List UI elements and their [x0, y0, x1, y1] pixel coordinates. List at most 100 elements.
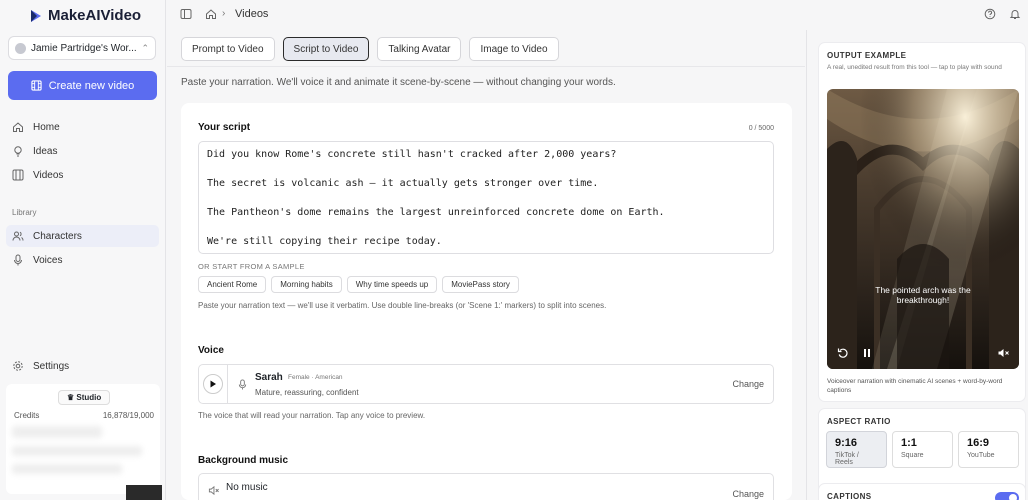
voice-meta: Female · American [288, 374, 343, 381]
blurred-content [12, 426, 102, 438]
mic-icon [14, 254, 22, 266]
voice-card[interactable]: Sarah Female · American Mature, reassuri… [228, 364, 774, 404]
nav-voices-label: Voices [33, 254, 63, 266]
caption-line: The pointed arch was the [875, 285, 971, 295]
gear-icon [13, 361, 23, 371]
credits-label: Credits [14, 411, 40, 420]
aspect-label: YouTube [967, 452, 995, 459]
voice-hint: The voice that will read your narration.… [198, 411, 426, 420]
nav-ideas-label: Ideas [33, 145, 58, 157]
nav-ideas[interactable]: Ideas [6, 140, 159, 162]
aspect-option-1-1[interactable]: 1:1 Square [892, 431, 953, 468]
example-video[interactable]: The pointed arch was the breakthrough! [827, 89, 1019, 369]
script-form-card: Your script 0 / 5000 Did you know Rome's… [181, 103, 792, 500]
workspace-selector[interactable]: Jamie Partridge's Wor... ⌃ [8, 36, 156, 60]
mute-icon[interactable] [997, 347, 1009, 359]
script-textarea[interactable]: Did you know Rome's concrete still hasn'… [198, 141, 774, 254]
mode-tabs: Prompt to Video Script to Video Talking … [181, 37, 559, 61]
nav-characters-label: Characters [33, 230, 82, 242]
nav-videos-label: Videos [33, 169, 64, 181]
sample-chips: Ancient Rome Morning habits Why time spe… [198, 276, 519, 293]
music-selector[interactable]: No music Change [198, 473, 774, 500]
aspect-label: Square [901, 452, 924, 459]
create-new-video-button[interactable]: Create new video [8, 71, 157, 100]
music-name: No music [226, 482, 268, 493]
pause-icon[interactable] [861, 347, 873, 359]
nav-videos[interactable]: Videos [6, 164, 159, 186]
crown-icon: ♛ [67, 393, 77, 402]
sample-chip[interactable]: Ancient Rome [198, 276, 267, 293]
blurred-content [12, 446, 142, 456]
home-icon[interactable] [205, 8, 217, 20]
aspect-ratio-title: ASPECT RATIO [827, 417, 891, 426]
output-example-card: OUTPUT EXAMPLE A real, unedited result f… [818, 42, 1026, 402]
plan-badge: ♛ Studio [58, 390, 111, 405]
script-title: Your script [198, 122, 251, 133]
voice-description: Mature, reassuring, confident [255, 388, 359, 397]
home-icon [13, 122, 23, 132]
credits-value: 16,878/19,000 [102, 411, 154, 420]
captions-title: CAPTIONS [827, 492, 872, 500]
blurred-content [12, 464, 122, 474]
workspace-avatar [15, 42, 26, 54]
breadcrumb-current: Videos [235, 8, 269, 20]
nav-home-label: Home [33, 121, 60, 133]
users-icon [12, 231, 24, 241]
nav-characters[interactable]: Characters [6, 225, 159, 247]
music-title: Background music [198, 455, 289, 466]
nav-voices[interactable]: Voices [6, 249, 159, 271]
aspect-value: 9:16 [835, 437, 858, 449]
aspect-label: TikTok / Reels [835, 452, 859, 466]
script-line: We're still copying their recipe today. [207, 236, 442, 247]
sample-chip[interactable]: Why time speeds up [346, 276, 438, 293]
script-line: The Pantheon's dome remains the largest … [207, 207, 665, 218]
credits-row: Credits 16,878/19,000 [14, 411, 154, 420]
logo-icon [31, 9, 41, 22]
library-section-label: Library [12, 208, 37, 217]
nav-settings-label: Settings [33, 360, 70, 372]
chevron-right-icon: › [222, 8, 226, 19]
voice-selector: Sarah Female · American Mature, reassuri… [198, 364, 774, 404]
voice-preview-button[interactable] [198, 364, 228, 404]
overlay-corner [126, 485, 162, 500]
help-icon[interactable] [984, 8, 996, 20]
change-voice-button[interactable]: Change [732, 379, 764, 389]
logo-text: MakeAIVideo [48, 7, 142, 24]
script-line: Did you know Rome's concrete still hasn'… [207, 149, 617, 160]
film-icon [31, 80, 42, 91]
change-music-button[interactable]: Change [732, 489, 764, 499]
sidebar-toggle-icon[interactable] [180, 8, 192, 20]
replay-icon[interactable] [837, 347, 849, 359]
tab-script-to-video[interactable]: Script to Video [282, 37, 370, 61]
script-line: The secret is volcanic ash — it actually… [207, 178, 599, 189]
sample-chip[interactable]: Morning habits [271, 276, 342, 293]
aspect-option-16-9[interactable]: 16:9 YouTube [958, 431, 1019, 468]
play-icon [203, 374, 223, 394]
top-bar: › Videos [167, 0, 1028, 30]
page-subtitle: Paste your narration. We'll voice it and… [181, 77, 616, 88]
tab-prompt-to-video[interactable]: Prompt to Video [181, 37, 275, 61]
aspect-option-9-16[interactable]: 9:16 TikTok / Reels [826, 431, 887, 468]
mic-icon [238, 379, 247, 390]
captions-toggle[interactable] [995, 492, 1019, 500]
tab-image-to-video[interactable]: Image to Video [469, 37, 559, 61]
bell-icon[interactable] [1009, 8, 1021, 20]
video-caption: The pointed arch was the breakthrough! [827, 285, 1019, 305]
voice-title: Voice [198, 345, 224, 356]
divider [167, 66, 805, 67]
plan-badge-label: Studio [76, 393, 102, 402]
mute-icon [208, 485, 219, 496]
cathedral-interior-image [827, 89, 1019, 369]
app-logo[interactable]: MakeAIVideo [28, 7, 141, 24]
film-icon [12, 169, 24, 181]
aspect-value: 16:9 [967, 437, 990, 449]
sample-chip[interactable]: MoviePass story [442, 276, 519, 293]
nav-home[interactable]: Home [6, 116, 159, 138]
sidebar: MakeAIVideo Jamie Partridge's Wor... ⌃ C… [0, 0, 166, 500]
nav-settings[interactable]: Settings [6, 355, 159, 377]
script-hint: Paste your narration text — we'll use it… [198, 301, 607, 310]
tab-talking-avatar[interactable]: Talking Avatar [377, 37, 462, 61]
output-example-footer: Voiceover narration with cinematic AI sc… [827, 378, 1003, 394]
caption-line: breakthrough! [896, 295, 950, 305]
voice-name: Sarah [255, 372, 283, 383]
